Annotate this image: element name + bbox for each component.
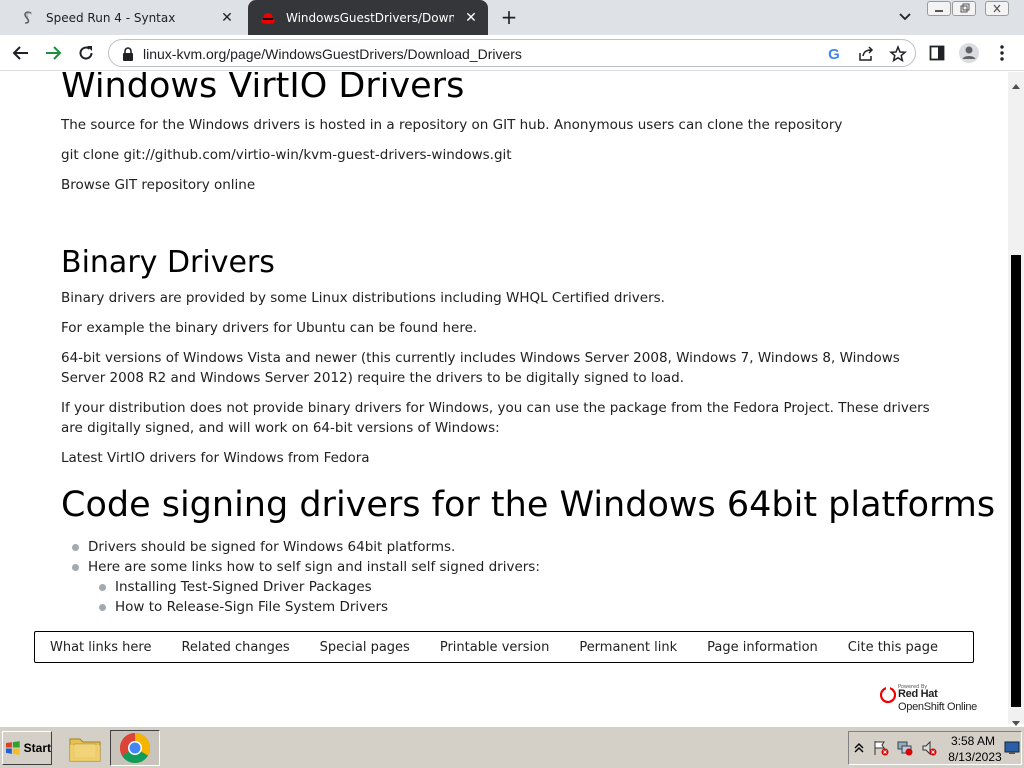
url-text[interactable]: linux-kvm.org/page/WindowsGuestDrivers/D…	[143, 46, 522, 62]
close-tab-icon[interactable]: ✕	[218, 9, 236, 27]
show-desktop-icon[interactable]	[1004, 740, 1020, 756]
restore-window-button[interactable]	[952, 1, 976, 16]
link-latest-virtio-fedora[interactable]: Latest VirtIO drivers for Windows from F…	[61, 448, 370, 468]
back-arrow-icon[interactable]	[8, 40, 34, 66]
page-content: Windows VirtIO Drivers The source for th…	[0, 72, 1008, 724]
openshift-online-name: OpenShift Online	[898, 701, 977, 713]
scroll-down-arrow-icon[interactable]	[1012, 712, 1020, 726]
list-item: Drivers should be signed for Windows 64b…	[72, 537, 540, 557]
paragraph-source-hosted: The source for the Windows drivers is ho…	[61, 117, 843, 133]
network-icon[interactable]	[897, 740, 913, 756]
paragraph-64bit-versions: 64-bit versions of Windows Vista and new…	[61, 350, 900, 386]
google-translate-icon[interactable]: G	[825, 45, 843, 63]
share-icon[interactable]	[857, 45, 875, 63]
paragraph-binary-provided: Binary drivers are provided by some Linu…	[61, 290, 665, 306]
new-tab-button[interactable]: +	[498, 7, 520, 29]
tab-search-chevron-icon[interactable]	[895, 8, 915, 26]
footer-link-page-information[interactable]: Page information	[707, 640, 818, 655]
chrome-icon[interactable]	[110, 730, 160, 766]
bullet-icon	[99, 583, 106, 591]
bullet-icon	[72, 543, 79, 551]
heading-binary-drivers: Binary Drivers	[61, 245, 275, 280]
bookmark-star-icon[interactable]	[889, 45, 907, 63]
heading-code-signing: Code signing drivers for the Windows 64b…	[61, 485, 996, 525]
paragraph-git-clone: git clone git://github.com/virtio-win/kv…	[61, 147, 512, 163]
footer-link-related-changes[interactable]: Related changes	[181, 640, 289, 655]
profile-avatar-icon[interactable]	[956, 40, 982, 66]
list-item[interactable]: How to Release-Sign File System Drivers	[72, 597, 540, 617]
footer-link-cite-this-page[interactable]: Cite this page	[848, 640, 938, 655]
minimize-window-button[interactable]	[927, 1, 951, 16]
clock-time[interactable]: 3:58 AM	[947, 734, 999, 748]
close-window-button[interactable]	[985, 1, 1009, 16]
tab-speed-run[interactable]: Speed Run 4 - Syntax ✕	[8, 0, 244, 35]
redhat-name: Red Hat	[898, 688, 938, 700]
show-hidden-icons-chevron-icon[interactable]	[851, 740, 867, 756]
start-label: Start	[23, 741, 51, 755]
footer-link-what-links-here[interactable]: What links here	[50, 640, 151, 655]
powered-by-redhat-openshift-logo[interactable]: Powered By Red Hat OpenShift Online	[880, 682, 977, 716]
windows-taskbar: Start 3:58 AM 8/13/2023	[0, 726, 1024, 768]
list-item-text: Drivers should be signed for Windows 64b…	[88, 539, 456, 555]
footer-link-printable-version[interactable]: Printable version	[440, 640, 549, 655]
side-panel-icon[interactable]	[924, 40, 950, 66]
volume-muted-icon[interactable]	[921, 740, 937, 756]
system-tray: 3:58 AM 8/13/2023	[848, 731, 1022, 765]
link-installing-test-signed[interactable]: Installing Test-Signed Driver Packages	[115, 577, 372, 597]
syntax-s-icon	[20, 10, 36, 26]
forward-arrow-icon[interactable]	[40, 40, 66, 66]
browser-toolbar: linux-kvm.org/page/WindowsGuestDrivers/D…	[0, 35, 1024, 71]
list-item: Here are some links how to self sign and…	[72, 557, 540, 577]
scroll-thumb[interactable]	[1011, 255, 1021, 707]
list-item[interactable]: Installing Test-Signed Driver Packages	[72, 577, 540, 597]
link-release-sign[interactable]: How to Release-Sign File System Drivers	[115, 597, 388, 617]
paragraph-fedora-project: If your distribution does not provide bi…	[61, 400, 930, 436]
clock-date[interactable]: 8/13/2023	[947, 750, 1003, 764]
start-button[interactable]: Start	[2, 731, 52, 765]
tab-strip: Speed Run 4 - Syntax ✕ WindowsGuestDrive…	[0, 0, 1024, 35]
redhat-icon	[260, 10, 276, 26]
redhat-logo-icon	[880, 685, 896, 704]
link-browse-git-repository[interactable]: Browse GIT repository online	[61, 175, 255, 195]
code-signing-list: Drivers should be signed for Windows 64b…	[72, 537, 540, 617]
file-explorer-icon[interactable]	[60, 730, 110, 766]
page-scrollbar[interactable]	[1008, 72, 1024, 726]
reload-icon[interactable]	[73, 40, 99, 66]
lock-icon[interactable]	[121, 46, 135, 62]
windows-flag-icon	[5, 741, 20, 755]
heading-windows-virtio-drivers: Windows VirtIO Drivers	[61, 72, 465, 106]
footer-links-bar: What links here Related changes Special …	[34, 631, 974, 663]
bullet-icon	[72, 563, 79, 571]
close-tab-icon[interactable]: ✕	[462, 9, 480, 27]
bullet-icon	[99, 603, 106, 611]
address-bar[interactable]: linux-kvm.org/page/WindowsGuestDrivers/D…	[108, 39, 916, 67]
action-center-flag-icon[interactable]	[873, 740, 889, 756]
paragraph-ubuntu-example: For example the binary drivers for Ubunt…	[61, 320, 478, 336]
footer-link-permanent-link[interactable]: Permanent link	[579, 640, 677, 655]
tab-title: WindowsGuestDrivers/Download Dr	[286, 10, 454, 25]
tab-windows-guest-drivers[interactable]: WindowsGuestDrivers/Download Dr ✕	[248, 0, 488, 35]
footer-link-special-pages[interactable]: Special pages	[320, 640, 410, 655]
browser-menu-icon[interactable]	[989, 40, 1015, 66]
scroll-up-arrow-icon[interactable]	[1012, 74, 1020, 89]
list-item-text: Here are some links how to self sign and…	[88, 559, 540, 575]
tab-title: Speed Run 4 - Syntax	[46, 10, 176, 25]
